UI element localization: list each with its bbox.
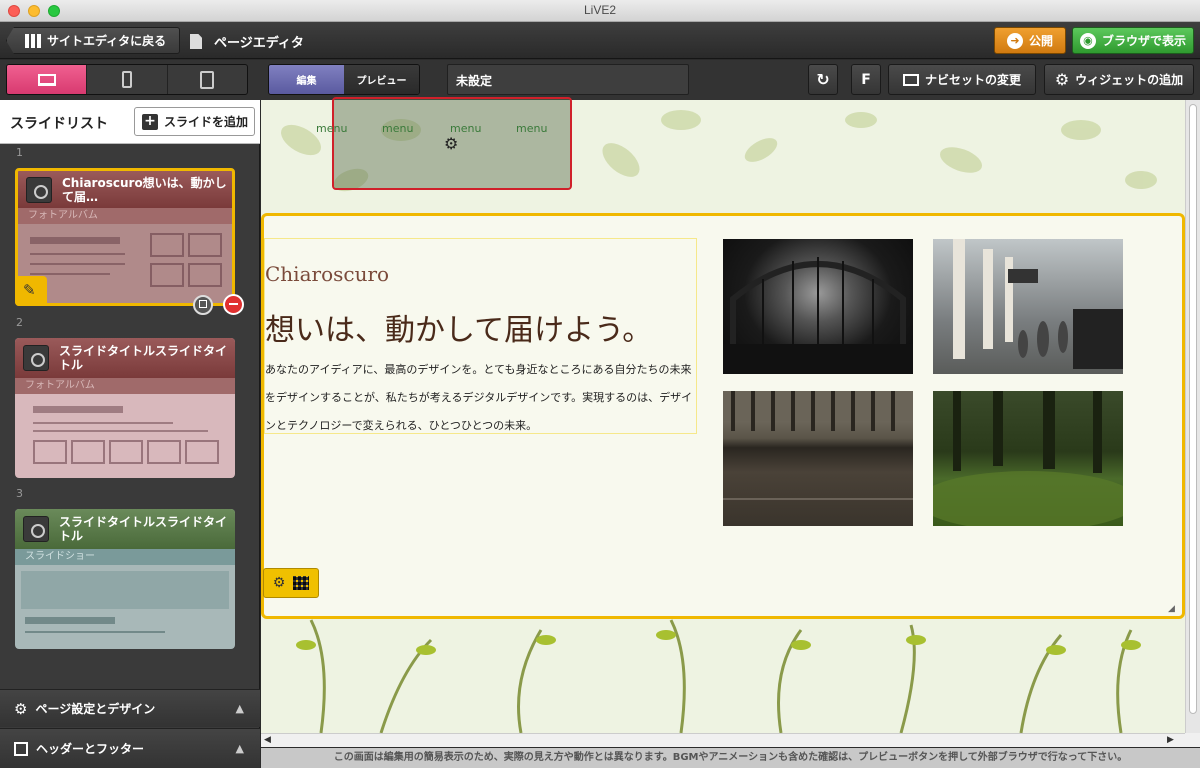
mode-switcher: 編集 プレビュー (268, 64, 420, 95)
slide-card-header: スライドタイトルスライドタイトル (15, 338, 235, 378)
mode-preview-button[interactable]: プレビュー (344, 65, 419, 94)
device-pc-button[interactable] (7, 65, 88, 94)
slide-type: スライドショー (15, 549, 235, 565)
device-tablet-button[interactable] (168, 65, 247, 94)
page-editor-label: ページエディタ (214, 36, 304, 51)
slide-type: フォトアルバム (18, 208, 232, 224)
facebook-button[interactable]: F (851, 64, 881, 95)
camera-icon (26, 176, 52, 203)
publish-icon: ➜ (1006, 32, 1023, 49)
add-slide-button[interactable]: + スライドを追加 (134, 107, 255, 136)
slide-title: スライドタイトルスライドタイトル (59, 344, 228, 372)
slide-title-text: Chiaroscuro (265, 262, 390, 286)
copy-icon (199, 300, 207, 308)
delete-slide-button[interactable] (223, 294, 244, 315)
header-footer-label: ヘッダーとフッター (36, 742, 145, 756)
device-phone-button[interactable] (87, 65, 168, 94)
site-grid-icon (25, 33, 41, 48)
header-footer-panel[interactable]: ヘッダーとフッター ▲ (0, 728, 260, 768)
menu-item[interactable]: menu (516, 122, 547, 135)
moss-forest-photo (918, 391, 1138, 531)
browser-label: ブラウザで表示 (1101, 34, 1186, 48)
photo-roof-tiles[interactable] (723, 391, 913, 526)
refresh-icon: ↻ (816, 70, 830, 89)
scrollbar-thumb[interactable] (1189, 104, 1197, 714)
gear-icon: ⚙ (14, 699, 28, 718)
back-to-site-editor-button[interactable]: サイトエディタに戻る (6, 27, 180, 54)
document-icon (190, 34, 202, 49)
page-settings-panel[interactable]: ⚙ ページ設定とデザイン ▲ (0, 689, 260, 727)
page-title-field[interactable]: 未設定 (447, 64, 689, 95)
smartphone-icon (121, 71, 132, 88)
plus-icon: + (142, 113, 158, 130)
scroll-corner (1185, 733, 1200, 747)
slideshow-icon (23, 516, 49, 542)
slide-card-header: Chiaroscuro想いは、動かして届… (18, 171, 232, 208)
horizontal-scrollbar[interactable]: ◀ ▶ (261, 733, 1185, 747)
scroll-right-icon[interactable]: ▶ (1167, 735, 1174, 745)
tablet-icon (200, 70, 215, 89)
menu-item[interactable]: menu (316, 122, 347, 135)
page-settings-label: ページ設定とデザイン (35, 702, 156, 716)
minus-icon (229, 303, 238, 305)
add-widget-button[interactable]: ⚙ ウィジェットの追加 (1044, 64, 1194, 95)
editor-notice: この画面は編集用の簡易表示のため、実際の見え方や動作とは異なります。BGMやアニ… (261, 748, 1200, 768)
vertical-scrollbar[interactable] (1185, 100, 1200, 733)
globe-icon: ◉ (1079, 32, 1096, 49)
navset-label: ナビセットの変更 (924, 73, 1021, 87)
duplicate-slide-button[interactable] (193, 295, 213, 315)
pencil-icon: ✎ (23, 281, 36, 299)
scroll-left-icon[interactable]: ◀ (264, 735, 271, 745)
slide-title: Chiaroscuro想いは、動かして届… (62, 175, 227, 204)
window-title: LiVE2 (583, 3, 617, 17)
slide-type: フォトアルバム (15, 378, 235, 394)
main-toolbar: サイトエディタに戻る ページエディタ ➜ 公開 ◉ ブラウザで表示 (0, 22, 1200, 59)
slide-list-title: スライドリスト (10, 116, 108, 132)
gear-icon: ⚙ (1054, 70, 1070, 89)
laptop-icon (37, 73, 56, 86)
refresh-button[interactable]: ↻ (808, 64, 838, 95)
view-in-browser-button[interactable]: ◉ ブラウザで表示 (1072, 27, 1194, 54)
gear-icon[interactable]: ⚙ (273, 575, 286, 591)
widget-label: ウィジェットの追加 (1075, 73, 1184, 87)
publish-button[interactable]: ➜ 公開 (994, 27, 1066, 54)
camera-icon (23, 345, 49, 371)
slide-card-header: スライドタイトルスライドタイトル (15, 509, 235, 549)
station-platform-photo (953, 239, 1123, 369)
slide-card-1[interactable]: Chiaroscuro想いは、動かして届… フォトアルバム (15, 168, 235, 306)
page-editor-title: ページエディタ (190, 32, 304, 51)
publish-label: 公開 (1028, 34, 1053, 48)
edit-slide-button[interactable]: ✎ (15, 276, 47, 306)
menu-item[interactable]: menu (382, 122, 413, 135)
add-slide-label: スライドを追加 (164, 115, 249, 129)
change-navset-button[interactable]: ナビセットの変更 (888, 64, 1036, 95)
gear-icon[interactable]: ⚙ (444, 134, 458, 153)
slide-heading: 想いは、動かして届けよう。 (265, 313, 653, 348)
navset-icon (902, 73, 919, 86)
back-label: サイトエディタに戻る (47, 34, 167, 48)
slide-title: スライドタイトルスライドタイトル (59, 515, 228, 543)
device-switcher (6, 64, 248, 95)
station-arch-photo (723, 257, 913, 374)
roof-tiles-photo (723, 391, 913, 500)
chevron-up-icon: ▲ (235, 742, 244, 755)
photo-station-arch[interactable] (723, 239, 913, 374)
resize-handle-icon[interactable]: ◢ (1168, 604, 1175, 614)
slide-card-2[interactable]: スライドタイトルスライドタイトル フォトアルバム (15, 338, 235, 478)
photo-station-platform[interactable] (933, 239, 1123, 374)
mode-edit-button[interactable]: 編集 (269, 65, 344, 94)
photo-moss-forest[interactable] (918, 391, 1138, 531)
widget-toolbox: ⚙ (263, 568, 319, 598)
slide-number: 2 (16, 316, 23, 329)
grid-icon[interactable] (293, 576, 310, 590)
slide-number: 1 (16, 146, 23, 159)
header-footer-icon (14, 741, 28, 756)
chevron-up-icon: ▲ (235, 702, 244, 715)
slide-number: 3 (16, 487, 23, 500)
slide-card-3[interactable]: スライドタイトルスライドタイトル スライドショー (15, 509, 235, 649)
slide-body-text: あなたのアイディアに、最高のデザインを。とても身近なところにある自分たちの未来を… (265, 363, 693, 432)
